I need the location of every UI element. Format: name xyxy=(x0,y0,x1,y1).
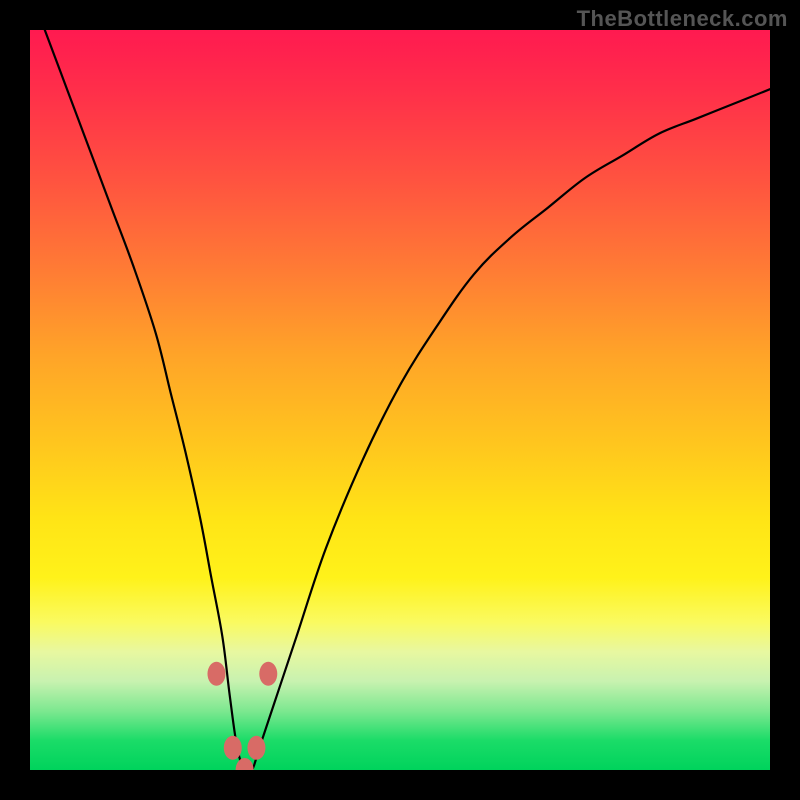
plot-area xyxy=(30,30,770,770)
curve-marker-1 xyxy=(259,662,277,686)
watermark-text: TheBottleneck.com xyxy=(577,6,788,32)
curve-marker-2 xyxy=(224,736,242,760)
curve-marker-0 xyxy=(207,662,225,686)
bottleneck-curve xyxy=(45,30,770,770)
curve-marker-3 xyxy=(247,736,265,760)
curve-svg xyxy=(30,30,770,770)
curve-marker-4 xyxy=(236,758,254,770)
chart-frame: TheBottleneck.com xyxy=(0,0,800,800)
marker-group xyxy=(207,662,277,770)
